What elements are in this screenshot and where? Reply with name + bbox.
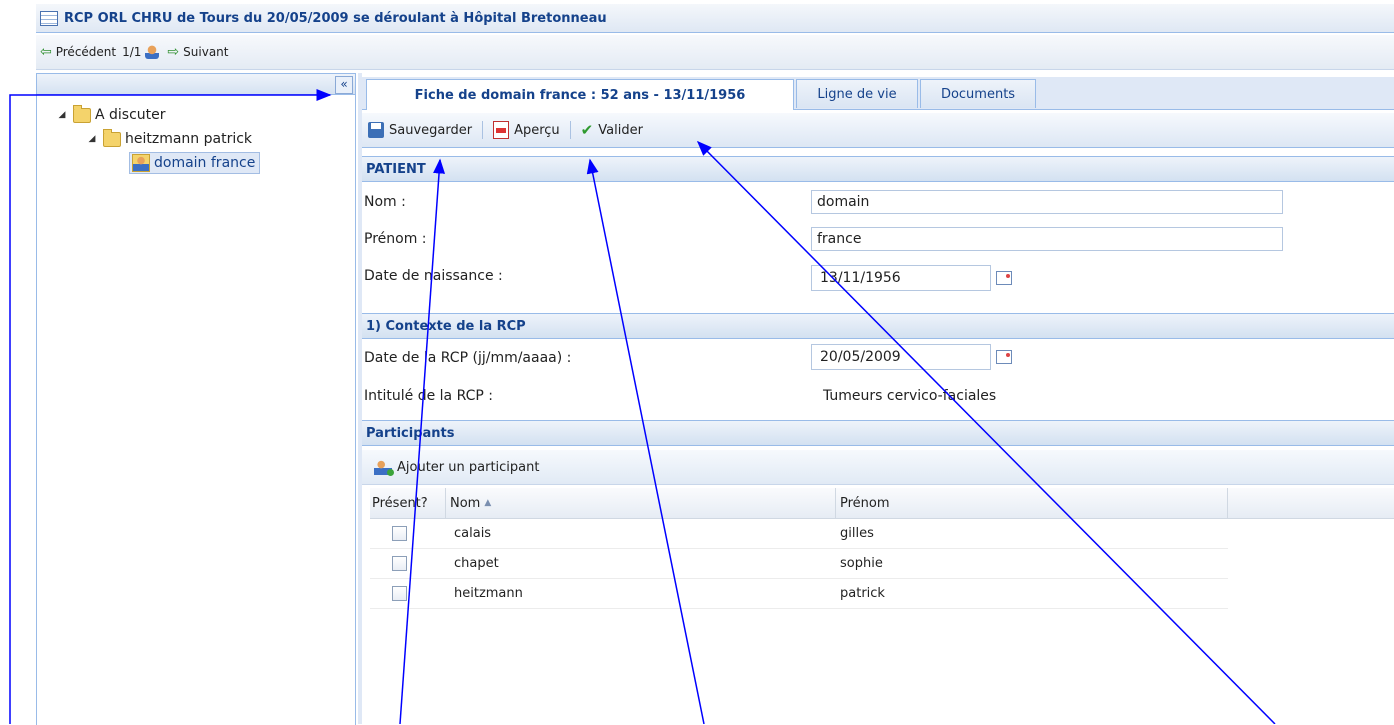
previous-button[interactable]: Précédent <box>56 45 116 59</box>
tree: ◢ A discuter ◢ heitzmann patrick domain … <box>37 95 355 175</box>
tree-node-leaf[interactable]: domain france <box>37 151 355 175</box>
calendar-icon <box>996 350 1012 364</box>
rcp-calendar-button[interactable] <box>993 345 1015 369</box>
col-nom-label: Nom <box>450 495 481 511</box>
window-title: RCP ORL CHRU de Tours du 20/05/2009 se d… <box>64 10 607 26</box>
rcp-date-field[interactable]: 20/05/2009 <box>811 344 991 370</box>
validate-label: Valider <box>598 122 643 138</box>
check-icon: ✔ <box>580 121 594 139</box>
dob-calendar-button[interactable] <box>993 266 1015 290</box>
rcp-date-label: Date de la RCP (jj/mm/aaaa) : <box>364 350 572 366</box>
col-prenom[interactable]: Prénom <box>836 488 1228 518</box>
nom-field[interactable]: domain <box>811 190 1283 214</box>
rcp-title-value: Tumeurs cervico-faciales <box>823 388 997 404</box>
col-nom[interactable]: Nom ▲ <box>446 488 836 518</box>
patient-section-header: PATIENT <box>362 156 1394 182</box>
folder-icon <box>103 128 121 147</box>
pdf-icon <box>493 121 510 139</box>
table-row[interactable]: heitzmann patrick <box>370 579 1228 609</box>
rcp-title-label: Intitulé de la RCP : <box>364 388 493 404</box>
nom-cell: calais <box>454 526 492 541</box>
nom-label: Nom : <box>364 194 406 210</box>
folder-icon <box>73 104 91 123</box>
toolbar-separator <box>569 121 571 139</box>
record-count: 1/1 <box>122 45 142 59</box>
collapse-panel-button[interactable]: « <box>335 76 353 94</box>
preview-button[interactable]: Aperçu <box>487 121 566 139</box>
toolbar-separator <box>482 121 484 139</box>
tree-label-leaf: domain france <box>154 155 256 171</box>
present-cell <box>370 519 446 548</box>
tree-node-child[interactable]: ◢ heitzmann patrick <box>37 127 355 151</box>
left-tree-panel: « ◢ A discuter ◢ heitzmann patrick domai… <box>36 73 356 725</box>
participants-grid: Présent? Nom ▲ Prénom calais gilles chap… <box>370 488 1394 609</box>
tab-fiche[interactable]: Fiche de domain france : 52 ans - 13/11/… <box>366 79 794 110</box>
expand-arrow-icon[interactable]: ◢ <box>55 110 69 120</box>
form-toolbar: Sauvegarder Aperçu ✔ Valider <box>362 113 1394 148</box>
left-panel-header: « <box>37 74 355 95</box>
tree-label-child: heitzmann patrick <box>125 131 253 147</box>
grid-icon <box>40 10 58 26</box>
tree-node-root[interactable]: ◢ A discuter <box>37 103 355 127</box>
window-title-bar: RCP ORL CHRU de Tours du 20/05/2009 se d… <box>36 4 1394 33</box>
next-button[interactable]: Suivant <box>183 45 228 59</box>
prenom-field[interactable]: france <box>811 227 1283 251</box>
context-section-header: 1) Contexte de la RCP <box>362 313 1394 339</box>
dob-field[interactable]: 13/11/1956 <box>811 265 991 291</box>
add-participant-button[interactable]: Ajouter un participant <box>362 459 540 476</box>
save-button[interactable]: Sauvegarder <box>362 122 478 138</box>
dob-label: Date de naissance : <box>364 268 503 284</box>
table-row[interactable]: chapet sophie <box>370 549 1228 579</box>
tree-label-root: A discuter <box>95 107 166 123</box>
present-cell <box>370 549 446 578</box>
participants-toolbar: Ajouter un participant <box>362 450 1394 485</box>
calendar-icon <box>996 271 1012 285</box>
table-row[interactable]: calais gilles <box>370 519 1228 549</box>
prenom-cell: gilles <box>840 526 874 541</box>
record-navigation-bar: ⇦ Précédent 1/1 ⇨ Suivant <box>36 35 1394 70</box>
present-cell <box>370 579 446 608</box>
selected-patient-node[interactable]: domain france <box>129 152 261 174</box>
present-checkbox[interactable] <box>392 556 407 571</box>
prenom-cell: patrick <box>840 586 885 601</box>
present-checkbox[interactable] <box>392 586 407 601</box>
expand-arrow-icon[interactable]: ◢ <box>85 134 99 144</box>
nom-cell: chapet <box>454 556 499 571</box>
col-empty <box>1228 488 1394 518</box>
nom-cell: heitzmann <box>454 586 523 601</box>
save-label: Sauvegarder <box>389 122 473 138</box>
tab-ligne-de-vie[interactable]: Ligne de vie <box>796 79 918 108</box>
tab-documents[interactable]: Documents <box>920 79 1036 108</box>
col-present[interactable]: Présent? <box>370 488 446 518</box>
save-icon <box>368 122 384 138</box>
left-arrow-icon[interactable]: ⇦ <box>40 44 52 60</box>
present-checkbox[interactable] <box>392 526 407 541</box>
sort-asc-icon: ▲ <box>484 498 492 508</box>
add-user-icon <box>374 459 394 476</box>
tab-strip: Fiche de domain france : 52 ans - 13/11/… <box>362 77 1394 110</box>
patient-icon <box>132 154 150 172</box>
prenom-label: Prénom : <box>364 231 427 247</box>
user-icon <box>145 45 160 59</box>
participants-section-header: Participants <box>362 420 1394 446</box>
add-participant-label: Ajouter un participant <box>397 459 540 475</box>
prenom-cell: sophie <box>840 556 883 571</box>
preview-label: Aperçu <box>514 122 560 138</box>
validate-button[interactable]: ✔ Valider <box>575 121 649 139</box>
right-arrow-icon[interactable]: ⇨ <box>167 44 179 60</box>
grid-header: Présent? Nom ▲ Prénom <box>370 488 1394 519</box>
